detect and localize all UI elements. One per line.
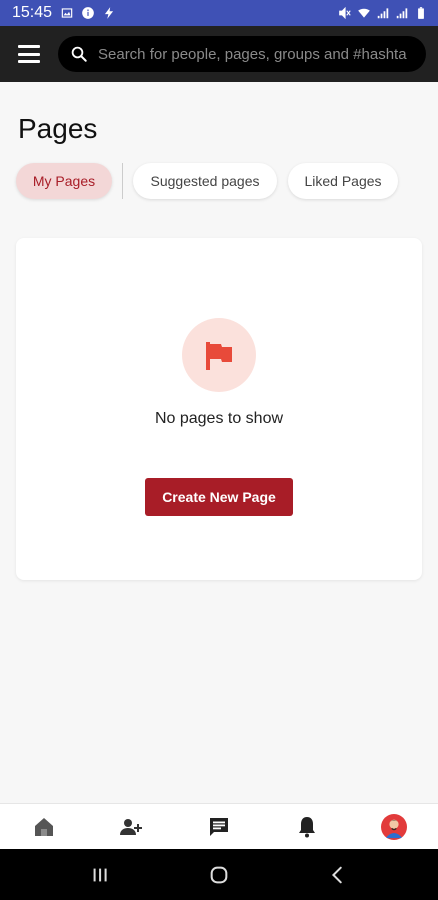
empty-state-message: No pages to show [154,410,284,427]
image-icon [60,6,74,20]
home-button[interactable] [199,855,239,895]
search-bar[interactable] [58,36,426,72]
search-icon [71,46,87,62]
back-icon [332,866,343,883]
pages-tabs: My Pages Suggested pages Liked Pages [16,163,398,199]
page-title: Pages [18,113,98,144]
app-header [0,26,438,82]
add-friend-icon [120,818,143,835]
info-icon [81,6,95,20]
nav-friends[interactable] [111,807,151,847]
battery-icon [414,6,428,20]
home-icon [34,817,53,836]
notifications-icon [298,816,315,837]
status-bar: 15:45 [0,0,438,26]
nav-notifications[interactable] [287,807,327,847]
flag-icon-circle [182,318,256,392]
tab-divider [122,163,123,199]
bottom-navigation [0,803,438,849]
create-new-page-button[interactable]: Create New Page [145,478,293,516]
status-right-icons [338,6,428,20]
system-navigation-bar [0,849,438,900]
tab-suggested-pages[interactable]: Suggested pages [133,163,277,199]
profile-avatar [381,813,408,840]
signal-icon [376,6,390,20]
home-circle-icon [210,866,228,883]
empty-state-card: No pages to show Create New Page [16,238,422,580]
recent-apps-icon [93,868,107,881]
flash-icon [102,6,116,20]
nav-messages[interactable] [199,807,239,847]
mute-icon [338,6,352,20]
tab-liked-pages[interactable]: Liked Pages [288,163,398,199]
nav-home[interactable] [24,807,64,847]
status-time: 15:45 [12,4,53,21]
hamburger-menu-icon[interactable] [18,45,40,63]
signal-2-icon [395,6,409,20]
recent-apps-button[interactable] [80,855,120,895]
back-button[interactable] [318,855,358,895]
tab-my-pages[interactable]: My Pages [16,163,112,199]
wifi-icon [357,6,371,20]
status-left-icons [60,6,116,20]
nav-profile[interactable] [374,807,414,847]
messages-icon [209,817,228,836]
search-input[interactable] [98,45,414,63]
flag-icon [206,342,232,370]
